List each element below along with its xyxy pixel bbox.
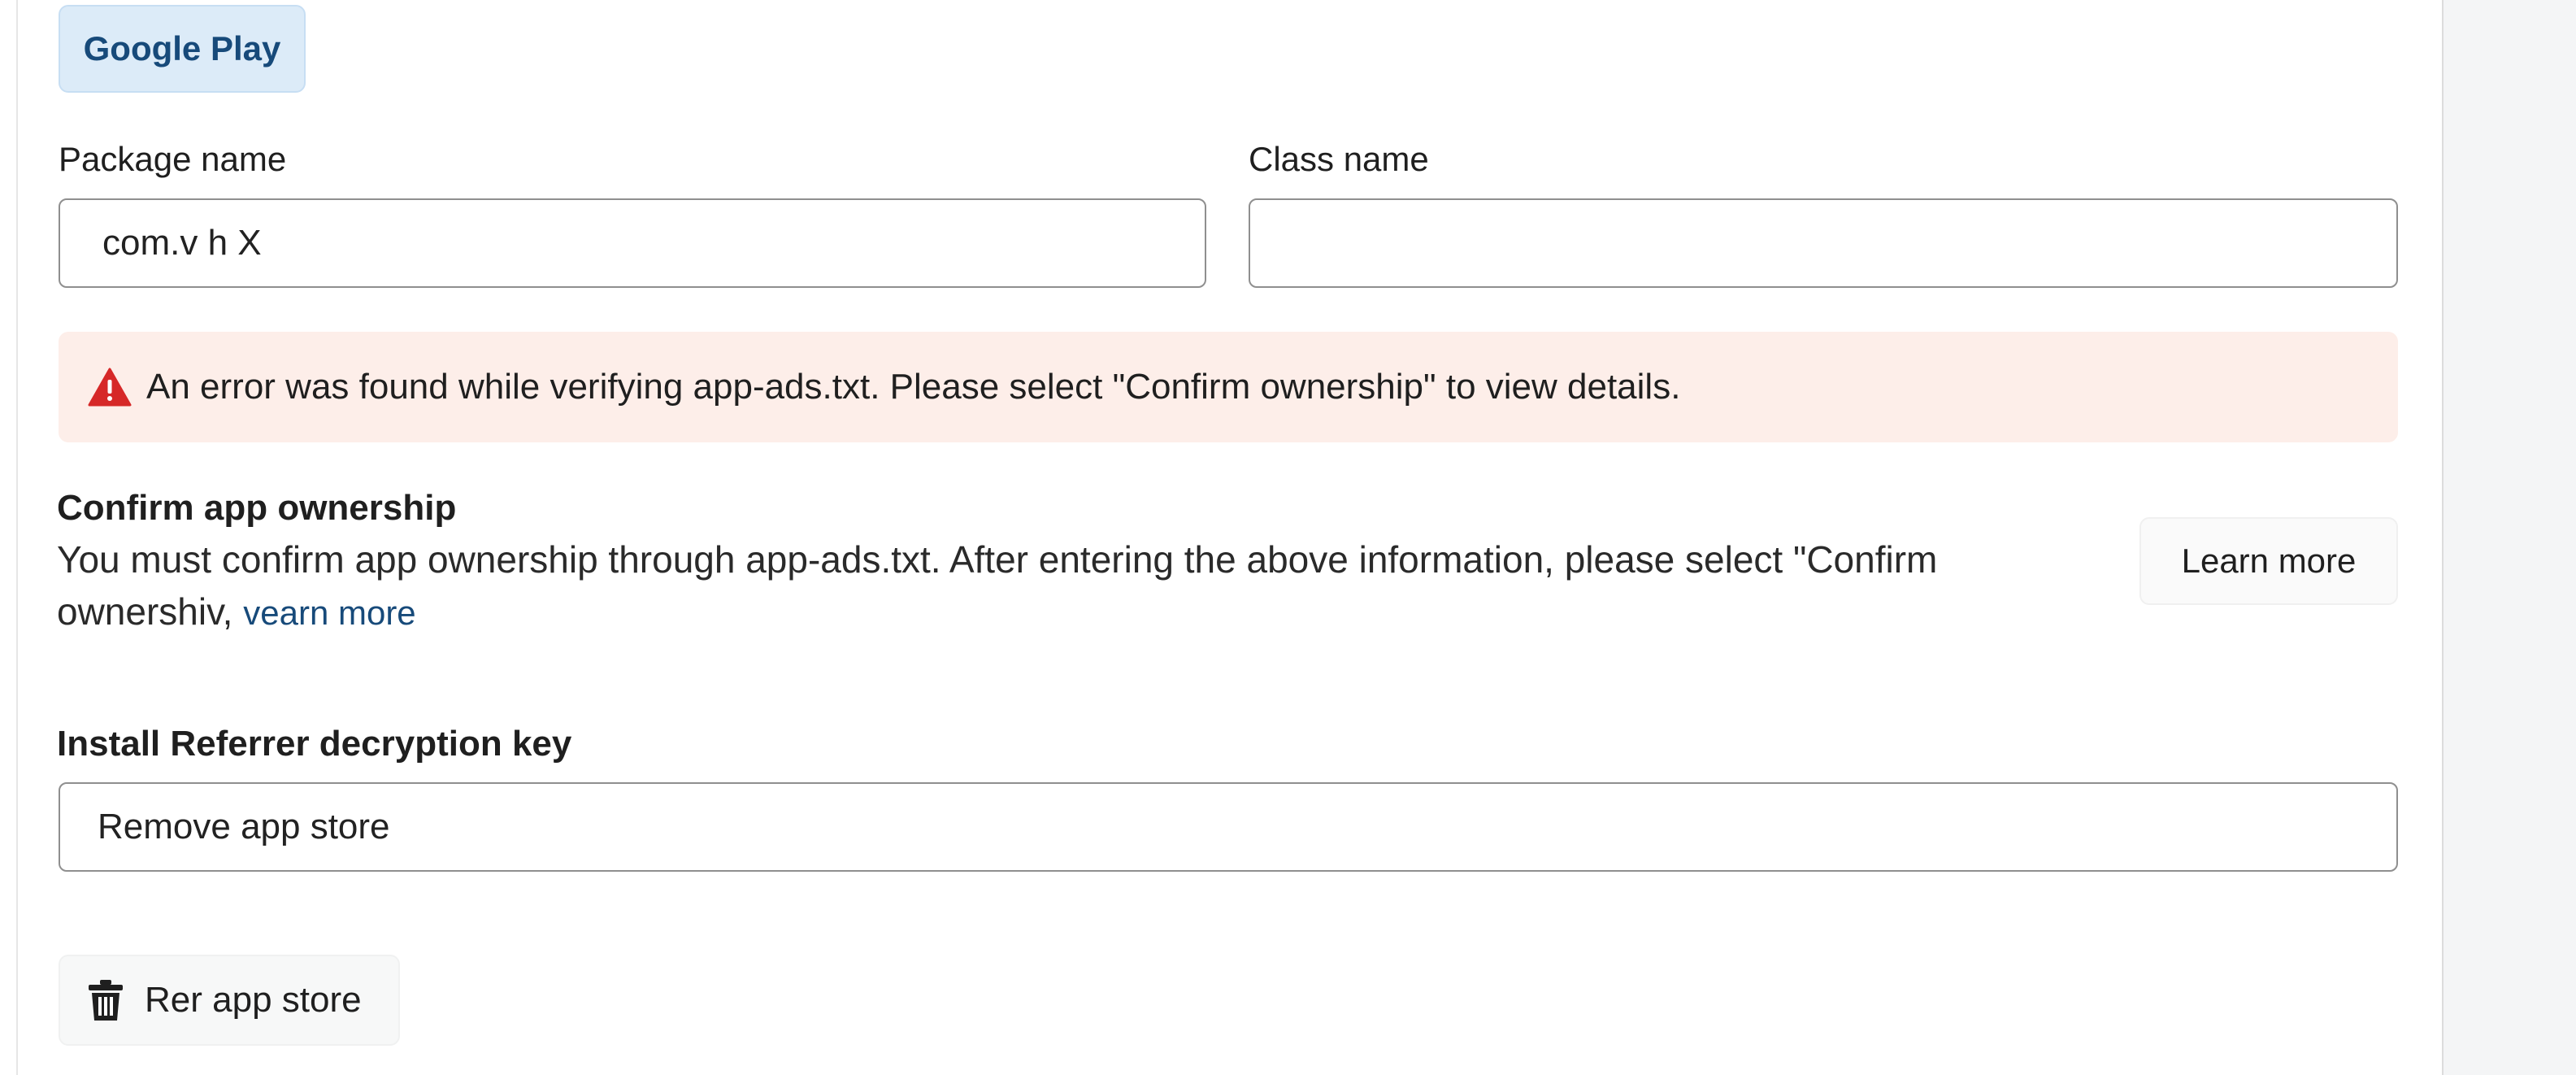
right-side-panel (2442, 0, 2576, 1075)
app-ads-error-banner: An error was found while verifying app-a… (59, 332, 2398, 442)
app-store-settings-page: Google Play Package name Class name An e… (0, 0, 2576, 1075)
remove-app-store-button[interactable]: Rer app store (59, 955, 400, 1046)
package-name-label: Package name (59, 140, 287, 178)
class-name-input[interactable] (1249, 198, 2398, 288)
learn-more-button[interactable]: Learn more (2139, 517, 2398, 605)
install-referrer-input[interactable] (59, 782, 2398, 872)
remove-app-store-label: Rer app store (145, 980, 362, 1020)
error-message: An error was found while verifying app-a… (146, 367, 1681, 407)
ownership-description: You must confirm app ownership through a… (57, 533, 2105, 639)
warning-triangle-icon (88, 368, 132, 407)
left-divider (16, 0, 18, 1075)
class-name-label: Class name (1249, 140, 1429, 178)
confirm-ownership-title: Confirm app ownership (57, 488, 457, 528)
trash-icon (89, 980, 123, 1021)
inline-learn-more-link[interactable]: vearn more (243, 594, 415, 632)
install-referrer-label: Install Referrer decryption key (57, 724, 572, 764)
store-chip-google-play[interactable]: Google Play (59, 5, 306, 93)
package-name-input[interactable] (59, 198, 1206, 288)
